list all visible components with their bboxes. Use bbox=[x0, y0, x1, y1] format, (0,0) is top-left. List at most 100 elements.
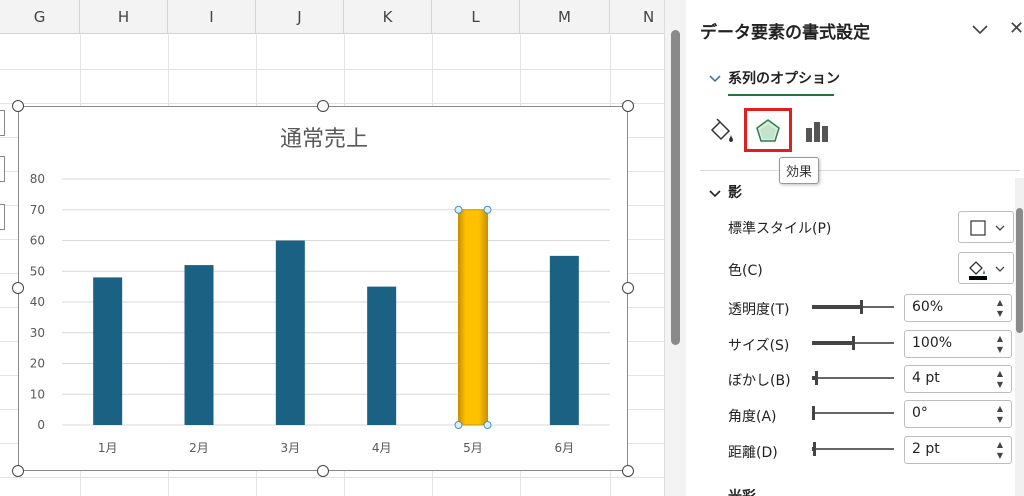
y-tick-label: 10 bbox=[30, 387, 45, 401]
y-tick-label: 20 bbox=[30, 357, 45, 371]
slider-track bbox=[812, 412, 894, 414]
blur-slider[interactable] bbox=[812, 370, 894, 386]
data-point-handle bbox=[454, 205, 463, 214]
grid-row-line bbox=[0, 103, 664, 104]
size-label: サイズ(S) bbox=[728, 338, 790, 354]
preset-style-label: 標準スタイル(P) bbox=[728, 221, 832, 237]
effects-tooltip: 効果 bbox=[779, 157, 820, 184]
spin-arrows-icon[interactable]: ▲ ▼ bbox=[995, 368, 1005, 390]
worksheet-vertical-scrollbar[interactable] bbox=[664, 0, 686, 496]
y-tick-label: 70 bbox=[30, 203, 45, 217]
cell-fragment bbox=[0, 110, 5, 136]
chart-resize-handle-bottom[interactable] bbox=[317, 465, 329, 477]
slider-thumb[interactable] bbox=[860, 300, 863, 314]
x-tick-label: 1月 bbox=[98, 441, 118, 455]
column-header-g[interactable]: G bbox=[0, 0, 80, 34]
transparency-label: 透明度(T) bbox=[728, 302, 790, 318]
chart-resize-handle-bottom-left[interactable] bbox=[12, 465, 24, 477]
transparency-slider[interactable] bbox=[812, 299, 894, 315]
slider-fill bbox=[812, 305, 860, 309]
x-tick-label: 4月 bbox=[372, 441, 392, 455]
column-header-k[interactable]: K bbox=[344, 0, 432, 34]
bar[interactable] bbox=[275, 240, 305, 426]
distance-label: 距離(D) bbox=[728, 445, 778, 461]
column-header-m[interactable]: M bbox=[520, 0, 610, 34]
shadow-color-label: 色(C) bbox=[728, 263, 763, 279]
distance-field[interactable]: 2 pt ▲ ▼ bbox=[904, 436, 1012, 464]
column-header-i[interactable]: I bbox=[168, 0, 256, 34]
column-header-row: G H I J K L M N bbox=[0, 0, 664, 34]
chevron-down-icon bbox=[708, 185, 722, 199]
blur-value[interactable]: 4 pt bbox=[912, 370, 940, 386]
blur-field[interactable]: 4 pt ▲ ▼ bbox=[904, 365, 1012, 393]
spin-arrows-icon[interactable]: ▲ ▼ bbox=[995, 439, 1005, 461]
bar-chart-icon[interactable] bbox=[801, 114, 835, 148]
slider-thumb[interactable] bbox=[813, 442, 816, 456]
column-header-h[interactable]: H bbox=[80, 0, 168, 34]
bar[interactable] bbox=[549, 255, 579, 425]
scrollbar-thumb[interactable] bbox=[1016, 208, 1023, 333]
size-slider[interactable] bbox=[812, 335, 894, 351]
selected-bar[interactable] bbox=[458, 209, 488, 426]
y-tick-label: 80 bbox=[30, 172, 45, 186]
chart-resize-handle-left[interactable] bbox=[12, 282, 24, 294]
size-field[interactable]: 100% ▲ ▼ bbox=[904, 330, 1012, 358]
slider-thumb[interactable] bbox=[815, 371, 818, 385]
cell-fragment bbox=[0, 204, 5, 230]
angle-field[interactable]: 0° ▲ ▼ bbox=[904, 400, 1012, 428]
slider-thumb[interactable] bbox=[852, 336, 855, 350]
close-icon[interactable]: ✕ bbox=[1009, 18, 1024, 40]
chart-resize-handle-bottom-right[interactable] bbox=[622, 465, 634, 477]
x-tick-label: 2月 bbox=[189, 441, 209, 455]
slider-track bbox=[812, 448, 894, 450]
distance-slider[interactable] bbox=[812, 441, 894, 457]
pane-divider bbox=[700, 170, 1020, 171]
data-point-handle bbox=[483, 205, 492, 214]
size-value[interactable]: 100% bbox=[912, 335, 952, 351]
pane-vertical-scrollbar[interactable] bbox=[1015, 178, 1024, 496]
slider-fill bbox=[812, 341, 852, 345]
spin-arrows-icon[interactable]: ▲ ▼ bbox=[995, 333, 1005, 355]
data-point-handle bbox=[454, 421, 463, 429]
spin-arrows-icon[interactable]: ▲ ▼ bbox=[995, 403, 1005, 425]
column-header-n[interactable]: N bbox=[610, 0, 664, 34]
angle-label: 角度(A) bbox=[728, 409, 777, 425]
glow-section-label: 光彩 bbox=[728, 486, 756, 496]
bar[interactable] bbox=[93, 277, 123, 425]
chevron-down-icon[interactable] bbox=[969, 18, 991, 40]
chart-area[interactable]: 通常売上 0 10 20 30 40 50 60 70 80 1月 2月 3月 4月 5月 6月 bbox=[18, 106, 628, 471]
bar[interactable] bbox=[367, 286, 397, 425]
chevron-down-icon bbox=[708, 70, 722, 84]
angle-slider[interactable] bbox=[812, 405, 894, 421]
spin-arrows-icon[interactable]: ▲ ▼ bbox=[995, 297, 1005, 319]
y-tick-label: 40 bbox=[30, 295, 45, 309]
angle-value[interactable]: 0° bbox=[912, 405, 928, 421]
x-tick-label: 6月 bbox=[555, 441, 575, 455]
preset-style-dropdown[interactable] bbox=[958, 211, 1014, 243]
effects-icon-highlight bbox=[744, 108, 792, 152]
series-options-label: 系列のオプション bbox=[728, 71, 840, 87]
x-tick-label: 3月 bbox=[281, 441, 301, 455]
cell-fragment bbox=[0, 156, 5, 182]
worksheet[interactable]: G H I J K L M N 通常売上 0 10 20 30 40 50 60 70 80 1月… bbox=[0, 0, 664, 496]
pane-title: データ要素の書式設定 bbox=[700, 23, 870, 43]
excel-window: G H I J K L M N 通常売上 0 10 20 30 40 50 60 70 80 1月… bbox=[0, 0, 1024, 496]
paint-bucket-icon[interactable] bbox=[704, 114, 738, 148]
plot-area[interactable]: 0 10 20 30 40 50 60 70 80 1月 2月 3月 4月 5月 6月 bbox=[19, 107, 629, 472]
column-header-j[interactable]: J bbox=[256, 0, 344, 34]
distance-value[interactable]: 2 pt bbox=[912, 441, 940, 457]
slider-thumb[interactable] bbox=[812, 406, 815, 420]
transparency-value[interactable]: 60% bbox=[912, 299, 943, 315]
blur-label: ぼかし(B) bbox=[728, 373, 791, 389]
chart-resize-handle-top-left[interactable] bbox=[12, 100, 24, 112]
shadow-color-dropdown[interactable] bbox=[958, 252, 1014, 284]
y-tick-label: 60 bbox=[30, 234, 45, 248]
chart-resize-handle-top[interactable] bbox=[317, 100, 329, 112]
chart-resize-handle-right[interactable] bbox=[622, 282, 634, 294]
scrollbar-thumb[interactable] bbox=[671, 30, 680, 345]
chart-resize-handle-top-right[interactable] bbox=[622, 100, 634, 112]
column-header-l[interactable]: L bbox=[432, 0, 520, 34]
transparency-field[interactable]: 60% ▲ ▼ bbox=[904, 294, 1012, 322]
slider-track bbox=[812, 377, 894, 379]
bar[interactable] bbox=[184, 265, 214, 425]
